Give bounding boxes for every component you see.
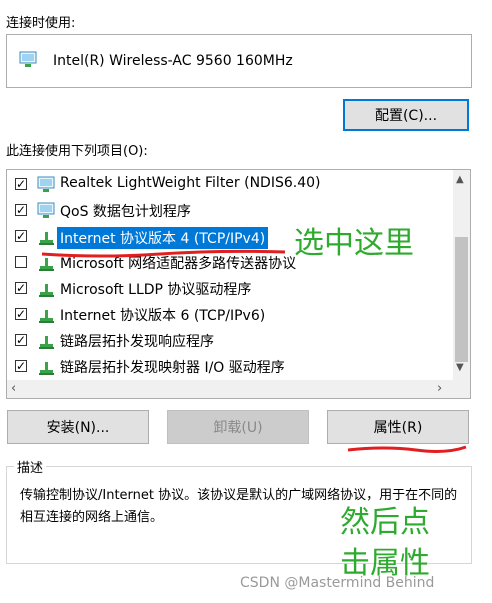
watermark: CSDN @Mastermind Behind (240, 575, 435, 591)
components-list[interactable]: ✓ Realtek LightWeight Filter (NDIS6.40) ✓ Q… (6, 169, 471, 399)
uninstall-button[interactable]: 卸载(U) (167, 410, 309, 444)
list-item-label: 链路层拓扑发现映射器 I/O 驱动程序 (60, 360, 285, 376)
item-checkbox[interactable]: ✓ (15, 178, 27, 190)
network-filter-icon (37, 176, 55, 192)
scroll-down-icon[interactable]: ▼ (456, 362, 464, 373)
scroll-thumb[interactable] (455, 237, 468, 362)
list-item-label: Internet 协议版本 6 (TCP/IPv6) (60, 308, 266, 324)
annotation-then-click-1: 然后点 (340, 505, 430, 540)
item-checkbox[interactable]: ✓ (15, 360, 27, 372)
properties-button[interactable]: 属性(R) (327, 410, 469, 444)
scroll-right-icon[interactable]: › (437, 381, 442, 396)
list-item[interactable]: ✓ Realtek LightWeight Filter (NDIS6.40) (7, 172, 452, 198)
item-checkbox[interactable]: ✓ (15, 308, 27, 320)
protocol-icon (39, 284, 54, 297)
item-checkbox[interactable]: ✓ (15, 282, 27, 294)
adapter-name: Intel(R) Wireless-AC 9560 160MHz (53, 53, 293, 69)
item-checkbox[interactable]: ✓ (15, 230, 27, 242)
red-underline-properties (347, 445, 467, 453)
network-adapter-icon (19, 51, 37, 67)
adapter-box: Intel(R) Wireless-AC 9560 160MHz (6, 34, 472, 88)
configure-button[interactable]: 配置(C)... (343, 99, 469, 131)
annotation-select-here: 选中这里 (294, 226, 414, 261)
connect-using-label: 连接时使用: (6, 16, 76, 31)
list-item[interactable]: ✓ 链路层拓扑发现映射器 I/O 驱动程序 (7, 354, 452, 380)
list-item[interactable]: ✓ Microsoft LLDP 协议驱动程序 (7, 276, 452, 302)
protocol-icon (39, 362, 54, 375)
items-label: 此连接使用下列项目(O): (6, 144, 148, 159)
protocol-icon (39, 232, 54, 245)
list-item[interactable]: ✓ 链路层拓扑发现响应程序 (7, 328, 452, 354)
protocol-icon (39, 336, 54, 349)
install-button[interactable]: 安装(N)... (7, 410, 149, 444)
list-item-label: Realtek LightWeight Filter (NDIS6.40) (60, 175, 321, 191)
item-checkbox[interactable]: ✓ (15, 204, 27, 216)
vertical-scrollbar[interactable]: ▲ ▼ (453, 170, 470, 380)
scroll-left-icon[interactable]: ‹ (11, 381, 16, 396)
list-item-label: QoS 数据包计划程序 (60, 204, 191, 220)
scroll-up-icon[interactable]: ▲ (456, 174, 464, 185)
item-checkbox[interactable]: ✓ (15, 334, 27, 346)
item-checkbox[interactable] (15, 256, 27, 268)
list-item-label: 链路层拓扑发现响应程序 (60, 334, 214, 350)
description-title: 描述 (14, 457, 47, 476)
protocol-icon (39, 310, 54, 323)
list-item[interactable]: ✓ Internet 协议版本 6 (TCP/IPv6) (7, 302, 452, 328)
network-filter-icon (37, 202, 55, 218)
red-underline-ipv4 (41, 249, 286, 258)
horizontal-scrollbar[interactable]: ‹ › (7, 380, 470, 398)
list-item-label: Microsoft LLDP 协议驱动程序 (60, 282, 252, 298)
